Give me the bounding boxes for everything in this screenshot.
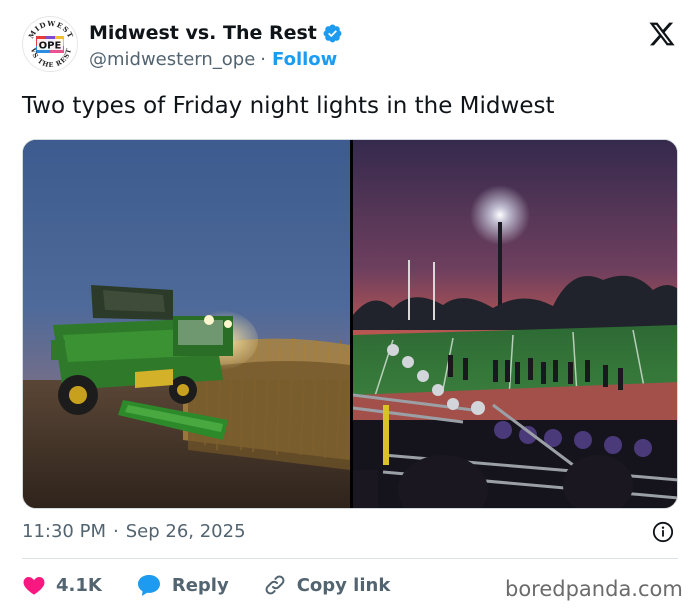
tweet-date: Sep 26, 2025: [125, 521, 246, 542]
watermark: boredpanda.com: [505, 577, 683, 601]
tweet-text: Two types of Friday night lights in the …: [22, 93, 555, 119]
link-icon: [265, 575, 285, 595]
action-bar: 4.1K Reply Copy link: [22, 570, 424, 600]
divider: [22, 558, 678, 559]
copy-link-label: Copy link: [296, 574, 391, 596]
like-count: 4.1K: [56, 574, 102, 596]
tweet-media[interactable]: [22, 139, 678, 509]
x-logo-icon[interactable]: [648, 20, 676, 48]
display-name[interactable]: Midwest vs. The Rest: [89, 22, 317, 44]
verified-badge-icon: [323, 24, 342, 42]
handle[interactable]: @midwestern_ope: [89, 49, 255, 70]
timestamp-separator: ·: [112, 521, 119, 542]
tweet-header: MIDWEST OPE VS THE REST Midwest vs. The …: [22, 14, 678, 78]
handle-separator: ·: [260, 49, 267, 70]
avatar[interactable]: MIDWEST OPE VS THE REST: [22, 16, 78, 72]
reply-button[interactable]: Reply: [136, 573, 229, 597]
follow-button[interactable]: Follow: [272, 49, 337, 70]
speech-bubble-icon: [137, 575, 160, 596]
football-field-photo[interactable]: [353, 140, 678, 509]
heart-icon: [23, 577, 45, 595]
like-button[interactable]: 4.1K: [22, 573, 102, 597]
avatar-text-center: OPE: [39, 41, 62, 52]
tweet-timestamp[interactable]: 11:30 PM · Sep 26, 2025: [22, 521, 246, 542]
reply-label: Reply: [171, 574, 229, 596]
copy-link-button[interactable]: Copy link: [263, 573, 391, 597]
avatar-logo: MIDWEST OPE VS THE REST: [24, 18, 77, 71]
combine-harvester-photo[interactable]: [23, 140, 350, 509]
tweet-time: 11:30 PM: [22, 521, 106, 542]
handle-row: @midwestern_ope · Follow: [89, 49, 337, 70]
name-row: Midwest vs. The Rest: [89, 22, 343, 44]
info-icon[interactable]: [652, 521, 674, 543]
